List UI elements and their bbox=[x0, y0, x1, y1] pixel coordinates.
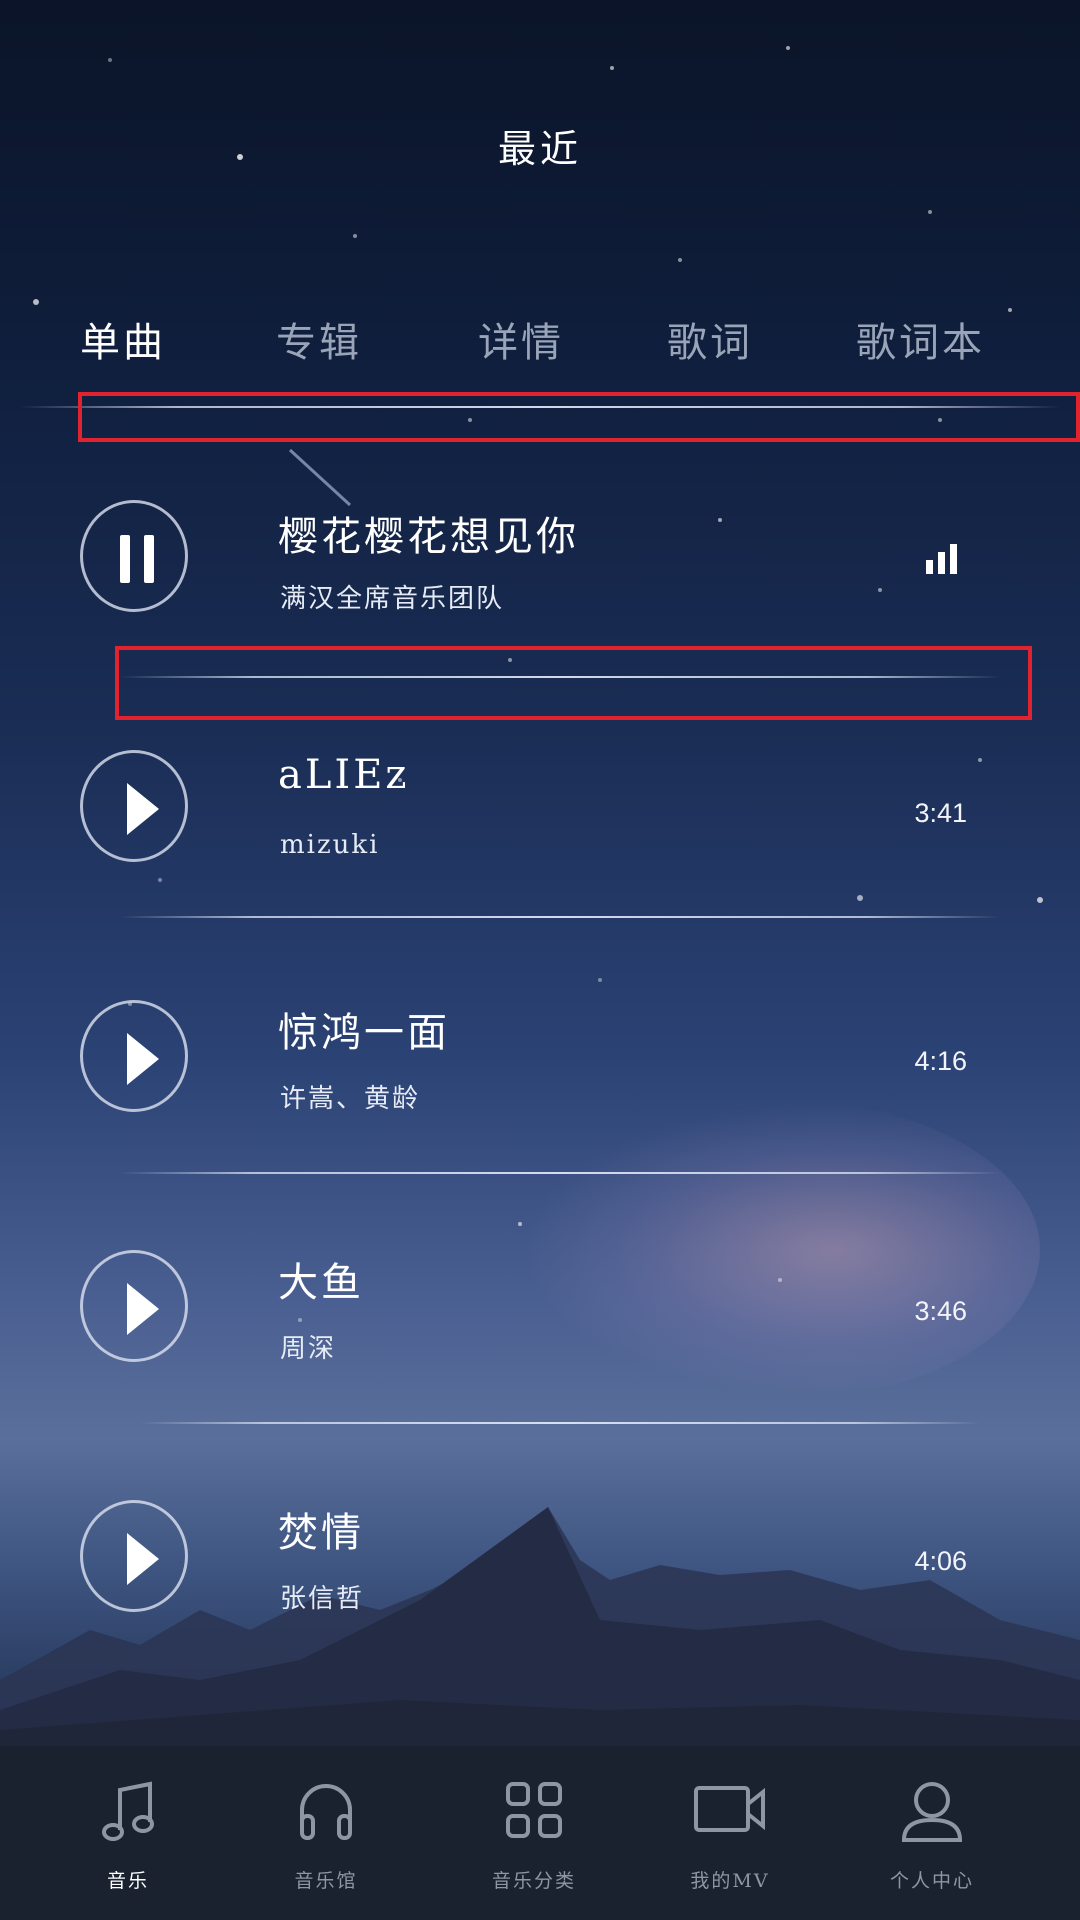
highlight-box-row-divider bbox=[115, 646, 1032, 720]
song-row[interactable]: 惊鸿一面 许嵩、黄龄 4:16 bbox=[0, 978, 1080, 1158]
tab-albums[interactable]: 专辑 bbox=[276, 310, 362, 368]
play-button[interactable] bbox=[80, 1500, 188, 1612]
pause-button[interactable] bbox=[80, 500, 188, 612]
nav-label: 我的MV bbox=[690, 1870, 770, 1892]
song-duration: 3:46 bbox=[914, 1296, 967, 1326]
row-divider bbox=[120, 1172, 1000, 1174]
nav-label: 音乐 bbox=[106, 1870, 149, 1892]
user-icon bbox=[901, 1782, 963, 1842]
song-title: 焚情 bbox=[278, 1510, 364, 1556]
nav-item-my-mv[interactable]: 我的MV bbox=[630, 1746, 830, 1920]
play-button[interactable] bbox=[80, 1250, 188, 1362]
equalizer-icon bbox=[926, 544, 957, 574]
headphones-icon bbox=[300, 1784, 352, 1840]
play-button[interactable] bbox=[80, 1000, 188, 1112]
song-artist: 许嵩、黄龄 bbox=[280, 1084, 421, 1114]
song-title: 惊鸿一面 bbox=[278, 1010, 450, 1056]
tab-lyrics[interactable]: 歌词 bbox=[667, 310, 753, 368]
song-row[interactable]: 樱花樱花想见你 满汉全席音乐团队 bbox=[0, 480, 1080, 660]
music-note-icon bbox=[102, 1781, 154, 1841]
song-title: 大鱼 bbox=[278, 1260, 364, 1306]
tab-bar: 单曲 专辑 详情 歌词 歌词本 bbox=[0, 310, 1080, 370]
song-artist: 周深 bbox=[280, 1334, 337, 1364]
tab-singles[interactable]: 单曲 bbox=[80, 310, 166, 368]
nav-label: 音乐分类 bbox=[491, 1870, 576, 1892]
page-title: 最近 bbox=[497, 127, 582, 171]
song-artist: 满汉全席音乐团队 bbox=[280, 584, 505, 614]
bottom-nav: 音乐 音乐馆 音乐分类 我的MV 个人中心 bbox=[0, 1746, 1080, 1920]
nav-item-profile[interactable]: 个人中心 bbox=[832, 1746, 1032, 1920]
nav-label: 个人中心 bbox=[889, 1870, 974, 1892]
nav-item-music[interactable]: 音乐 bbox=[28, 1746, 228, 1920]
play-icon bbox=[127, 1033, 159, 1085]
song-artist: mizuki bbox=[280, 830, 380, 860]
play-icon bbox=[127, 1533, 159, 1585]
nav-item-music-category[interactable]: 音乐分类 bbox=[434, 1746, 634, 1920]
grid-icon bbox=[506, 1782, 562, 1838]
play-icon bbox=[127, 1283, 159, 1335]
play-button[interactable] bbox=[80, 750, 188, 862]
row-divider bbox=[140, 1422, 980, 1424]
nav-item-music-hall[interactable]: 音乐馆 bbox=[226, 1746, 426, 1920]
nav-label: 音乐馆 bbox=[294, 1870, 358, 1892]
row-divider bbox=[120, 916, 1000, 918]
tab-lyrics-book[interactable]: 歌词本 bbox=[856, 310, 985, 368]
song-title: 樱花樱花想见你 bbox=[278, 514, 579, 560]
song-artist: 张信哲 bbox=[280, 1584, 365, 1614]
song-duration: 3:41 bbox=[914, 798, 967, 828]
song-title: aLIEz bbox=[278, 752, 410, 798]
pause-icon bbox=[120, 535, 154, 583]
song-duration: 4:06 bbox=[914, 1546, 967, 1576]
song-row[interactable]: 焚情 张信哲 4:06 bbox=[0, 1478, 1080, 1658]
song-row[interactable]: 大鱼 周深 3:46 bbox=[0, 1228, 1080, 1408]
video-camera-icon bbox=[694, 1786, 765, 1832]
play-icon bbox=[127, 783, 159, 835]
tab-details[interactable]: 详情 bbox=[478, 310, 564, 368]
highlight-box-tab-divider bbox=[78, 392, 1080, 442]
song-row[interactable]: aLIEz mizuki 3:41 bbox=[0, 728, 1080, 908]
song-duration: 4:16 bbox=[914, 1046, 967, 1076]
